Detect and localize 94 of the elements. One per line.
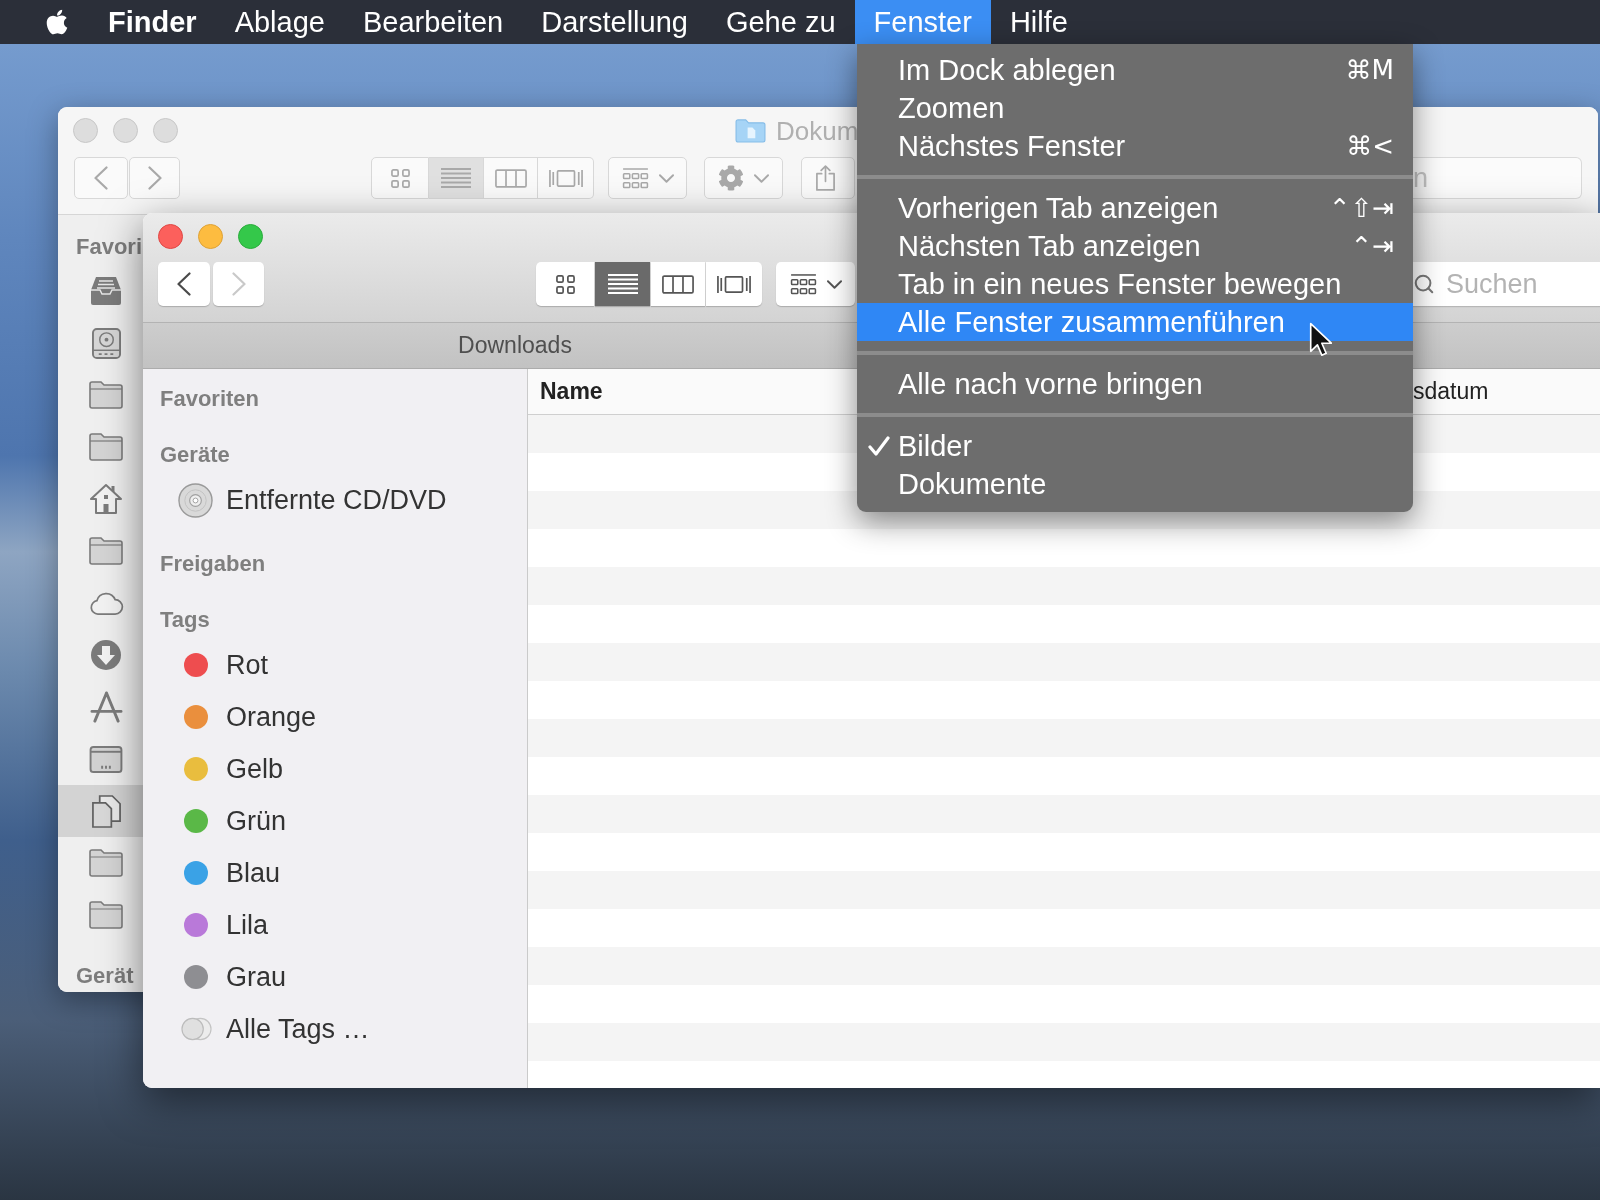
chevron-left-icon xyxy=(177,272,191,296)
menu-item[interactable]: Dokumente xyxy=(857,465,1413,503)
menu-item[interactable]: Alle Fenster zusammenführen xyxy=(857,303,1413,341)
menu-item[interactable]: Alle nach vorne bringen xyxy=(857,365,1413,403)
share-icon xyxy=(815,164,836,192)
column-header[interactable]: sdatum xyxy=(1413,369,1600,414)
tray-icon xyxy=(90,276,122,306)
list-icon xyxy=(441,168,471,188)
sidebar-item[interactable] xyxy=(58,785,143,837)
folder-icon xyxy=(735,118,766,143)
keyboard-shortcut: ⌃⇧⇥ xyxy=(1328,195,1394,221)
arrange-button[interactable] xyxy=(776,262,855,306)
view-mode-button[interactable] xyxy=(706,262,762,306)
menu-item[interactable]: Zoomen xyxy=(857,89,1413,127)
chevron-down-icon xyxy=(826,279,842,289)
sidebar-item[interactable]: Lila xyxy=(143,899,527,951)
sidebar-item[interactable]: Alle Tags … xyxy=(143,1003,527,1055)
sidebar-heading: Geräte xyxy=(159,440,231,468)
folder-icon xyxy=(89,537,123,565)
apple-icon[interactable] xyxy=(45,8,69,36)
minimize-button[interactable] xyxy=(113,118,138,143)
menu-item[interactable]: Bilder xyxy=(857,427,1413,465)
menu-item[interactable]: Nächstes Fenster ⌘< xyxy=(857,127,1413,165)
sidebar-heading: Favoriten xyxy=(159,384,261,412)
mouse-pointer-icon xyxy=(1309,322,1332,357)
folder-icon xyxy=(89,381,123,409)
house-icon xyxy=(89,483,123,515)
checkmark-icon xyxy=(868,436,890,456)
grid-icon xyxy=(555,274,575,294)
menu-item[interactable]: Tab in ein neues Fenster bewegen xyxy=(857,265,1413,303)
tools-icon xyxy=(89,690,123,724)
sidebar-item[interactable]: Grau xyxy=(143,951,527,1003)
view-mode-button[interactable] xyxy=(536,262,594,306)
folder-icon xyxy=(89,433,123,461)
view-mode-button[interactable] xyxy=(651,262,705,306)
window-title: Dokum xyxy=(776,117,859,144)
overlapping-circles-icon xyxy=(181,1017,212,1041)
window-icon xyxy=(89,745,123,773)
sidebar-item[interactable]: Gelb xyxy=(143,743,527,795)
tab[interactable]: Downloads xyxy=(143,323,857,368)
cover-flow-icon xyxy=(717,273,751,295)
menu-item[interactable]: Vorherigen Tab anzeigen ⌃⇧⇥ xyxy=(857,189,1413,227)
hard-drive-icon xyxy=(91,327,121,359)
chevron-right-icon xyxy=(231,272,246,296)
back-button[interactable] xyxy=(158,262,210,306)
keyboard-shortcut: ⌘< xyxy=(1346,133,1394,159)
columns-icon xyxy=(662,274,694,294)
folder-icon xyxy=(89,901,123,929)
cover-flow-icon xyxy=(548,167,583,189)
view-mode-button[interactable] xyxy=(595,262,650,306)
cloud-icon xyxy=(88,590,124,616)
menu-item[interactable]: Im Dock ablegen ⌘M xyxy=(857,51,1413,89)
share-button[interactable] xyxy=(801,157,855,199)
sidebar-item[interactable]: Blau xyxy=(143,847,527,899)
menu-bar-item[interactable]: Hilfe xyxy=(990,0,1087,44)
forward-button[interactable] xyxy=(129,157,180,199)
sidebar-heading: Tags xyxy=(159,605,211,633)
chevron-right-icon xyxy=(147,166,162,190)
keyboard-shortcut: ⌘M xyxy=(1345,57,1394,83)
group-grid-icon xyxy=(789,273,817,295)
zoom-button[interactable] xyxy=(153,118,178,143)
action-button[interactable] xyxy=(704,157,783,199)
close-button[interactable] xyxy=(158,224,183,249)
sidebar-item[interactable]: Grün xyxy=(143,795,527,847)
menu-item[interactable]: Nächsten Tab anzeigen ⌃⇥ xyxy=(857,227,1413,265)
chevron-down-icon xyxy=(754,173,769,183)
group-grid-icon xyxy=(621,167,649,189)
keyboard-shortcut: ⌃⇥ xyxy=(1350,233,1394,259)
minimize-button[interactable] xyxy=(198,224,223,249)
search-icon xyxy=(1413,273,1435,295)
columns-icon xyxy=(494,168,527,188)
close-button[interactable] xyxy=(73,118,98,143)
download-icon xyxy=(90,639,122,671)
sidebar-heading: Freigaben xyxy=(159,549,267,577)
menu-bar-item[interactable]: Ablage xyxy=(215,0,344,44)
documents-icon xyxy=(90,794,122,828)
grid-icon xyxy=(390,168,410,188)
list-icon xyxy=(607,274,638,294)
menu-bar-item[interactable]: Finder xyxy=(89,0,216,44)
sidebar-heading: Favori xyxy=(75,232,143,260)
sidebar-item[interactable]: Orange xyxy=(143,691,527,743)
sidebar-heading: Gerät xyxy=(75,961,135,989)
menu-bar-item[interactable]: Gehe zu xyxy=(706,0,855,44)
sidebar-item[interactable]: Entfernte CD/DVD xyxy=(143,474,527,526)
sidebar-item[interactable]: Rot xyxy=(143,639,527,691)
gear-icon xyxy=(718,165,744,191)
chevron-down-icon xyxy=(658,173,674,183)
column-header[interactable]: Name xyxy=(528,369,857,414)
folder-icon xyxy=(89,849,123,877)
menu-bar-item[interactable]: Darstellung xyxy=(522,0,707,44)
chevron-left-icon xyxy=(94,166,108,190)
disc-icon xyxy=(178,482,213,518)
menu-bar-item[interactable]: Bearbeiten xyxy=(343,0,523,44)
zoom-button[interactable] xyxy=(238,224,263,249)
